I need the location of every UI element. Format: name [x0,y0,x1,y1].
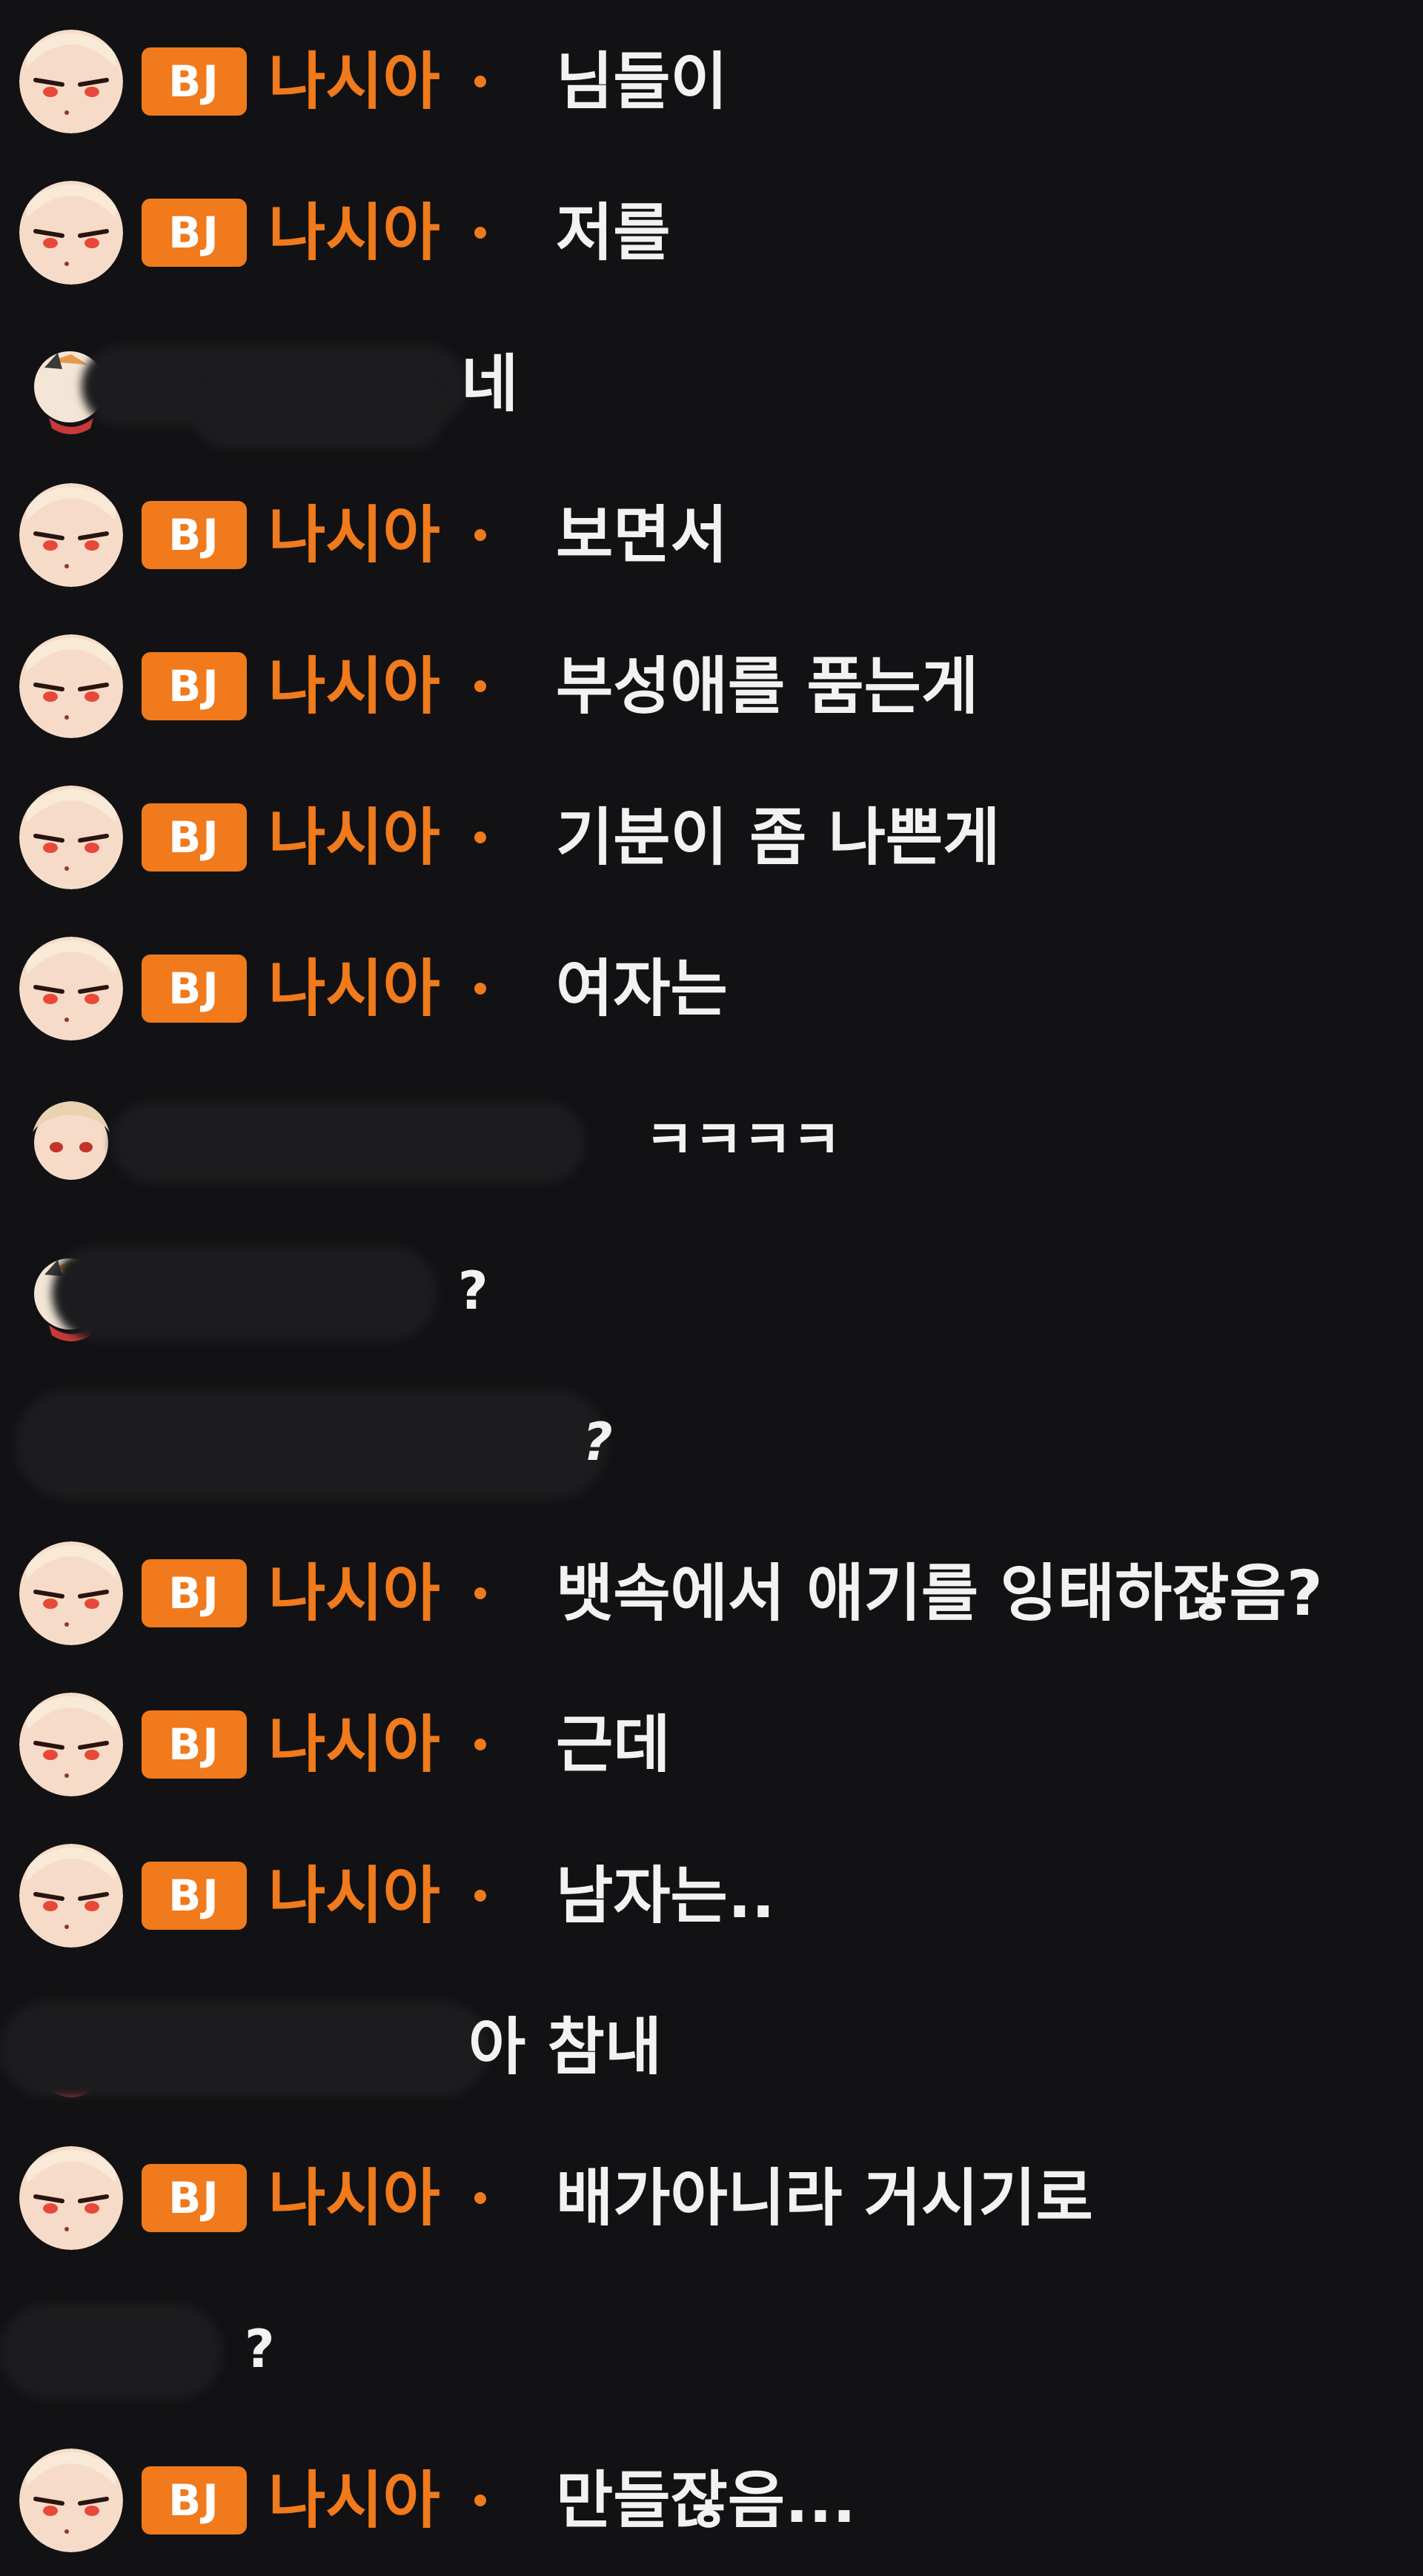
chat-message-row: BJ 나시아 만들잖음... [0,2425,1423,2576]
chat-message-row: BJ 나시아 남자는.. [0,1820,1423,1971]
separator-dot [474,76,486,87]
chat-message-row: BJ 나시아 기분이 좀 나쁜게 [0,762,1423,913]
streamer-nickname[interactable]: 나시아 [268,196,440,270]
streamer-avatar[interactable] [19,1693,123,1796]
separator-dot [474,529,486,541]
bj-badge: BJ [142,2164,247,2232]
chat-message-row: BJ 나시아 근데 [0,1669,1423,1820]
bj-badge: BJ [142,1710,247,1779]
bj-badge: BJ [142,47,247,116]
streamer-avatar[interactable] [19,2146,123,2250]
bj-badge: BJ [142,955,247,1023]
streamer-nickname[interactable]: 나시아 [268,498,440,572]
separator-dot [474,2192,486,2204]
bj-badge: BJ [142,803,247,872]
viewer-avatar[interactable] [19,1088,123,1192]
separator-dot [474,1739,486,1750]
chat-message-row: 네 [0,308,1423,459]
separator-dot [474,1587,486,1599]
chat-message-row: ? [0,2274,1423,2425]
message-text: 뱃속에서 애기를 잉태하잖음? [556,1557,1323,1630]
streamer-nickname[interactable]: 나시아 [268,2161,440,2235]
message-text: 부성애를 품는게 [556,650,979,723]
message-text: 배가아니라 거시기로 [556,2162,1093,2234]
streamer-avatar[interactable] [19,181,123,285]
chat-message-row: ? [0,1215,1423,1367]
streamer-avatar[interactable] [19,634,123,738]
message-text: ? [245,2319,275,2380]
chat-message-row: ? [0,1367,1423,1518]
message-text: ? [458,1261,488,1321]
bj-badge: BJ [142,199,247,267]
bj-badge: BJ [142,2466,247,2534]
message-text: ? [583,1412,613,1473]
redacted-nickname [52,1245,437,1341]
message-text: 저를 [556,196,671,269]
message-text: 기분이 좀 나쁜게 [556,801,1001,874]
bj-badge: BJ [142,1559,247,1627]
separator-dot [474,983,486,995]
message-text: 근데 [556,1708,671,1781]
redacted-nickname [0,2303,222,2400]
streamer-avatar[interactable] [19,1541,123,1645]
streamer-avatar[interactable] [19,30,123,133]
chat-message-row: BJ 나시아 부성애를 품는게 [0,611,1423,762]
chat-message-row: 아 참내 [0,1971,1423,2122]
redacted-nickname [193,382,445,449]
chat-message-row: BJ 나시아 여자는 [0,913,1423,1064]
streamer-nickname[interactable]: 나시아 [268,1707,440,1782]
separator-dot [474,831,486,843]
chat-message-row: BJ 나시아 배가아니라 거시기로 [0,2122,1423,2274]
message-text: 여자는 [556,952,728,1025]
chat-message-row: BJ 나시아 뱃속에서 애기를 잉태하잖음? [0,1518,1423,1669]
streamer-nickname[interactable]: 나시아 [268,1556,440,1630]
streamer-avatar[interactable] [19,2449,123,2552]
message-text: 남자는.. [556,1859,775,1932]
message-text: 아 참내 [468,2011,663,2083]
bj-badge: BJ [142,1862,247,1930]
streamer-nickname[interactable]: 나시아 [268,800,440,874]
message-text: 보면서 [556,499,728,571]
message-text: 님들이 [556,45,728,118]
chat-message-row: BJ 나시아 저를 [0,157,1423,308]
message-text: 만들잖음... [556,2464,856,2537]
streamer-nickname[interactable]: 나시아 [268,1859,440,1933]
chat-message-row: BJ 나시아 님들이 [0,6,1423,157]
streamer-avatar[interactable] [19,786,123,889]
bj-badge: BJ [142,652,247,720]
streamer-nickname[interactable]: 나시아 [268,44,440,119]
streamer-avatar[interactable] [19,937,123,1040]
chat-list: BJ 나시아 님들이 BJ 나시아 저를 네 BJ 나시아 보면서 BJ 나시아… [0,0,1423,2563]
chat-message-row: ㅋㅋㅋㅋ [0,1064,1423,1215]
streamer-nickname[interactable]: 나시아 [268,952,440,1026]
separator-dot [474,680,486,692]
streamer-avatar[interactable] [19,483,123,587]
chat-message-row: BJ 나시아 보면서 [0,459,1423,611]
message-text: 네 [461,348,519,420]
separator-dot [474,227,486,239]
redacted-nickname [15,1389,608,1500]
separator-dot [474,1890,486,1902]
redacted-nickname [0,2001,489,2097]
streamer-avatar[interactable] [19,1844,123,1948]
redacted-nickname [111,1101,586,1183]
bj-badge: BJ [142,501,247,569]
streamer-nickname[interactable]: 나시아 [268,2463,440,2537]
separator-dot [474,2494,486,2506]
message-text: ㅋㅋㅋㅋ [645,1109,841,1171]
streamer-nickname[interactable]: 나시아 [268,649,440,723]
